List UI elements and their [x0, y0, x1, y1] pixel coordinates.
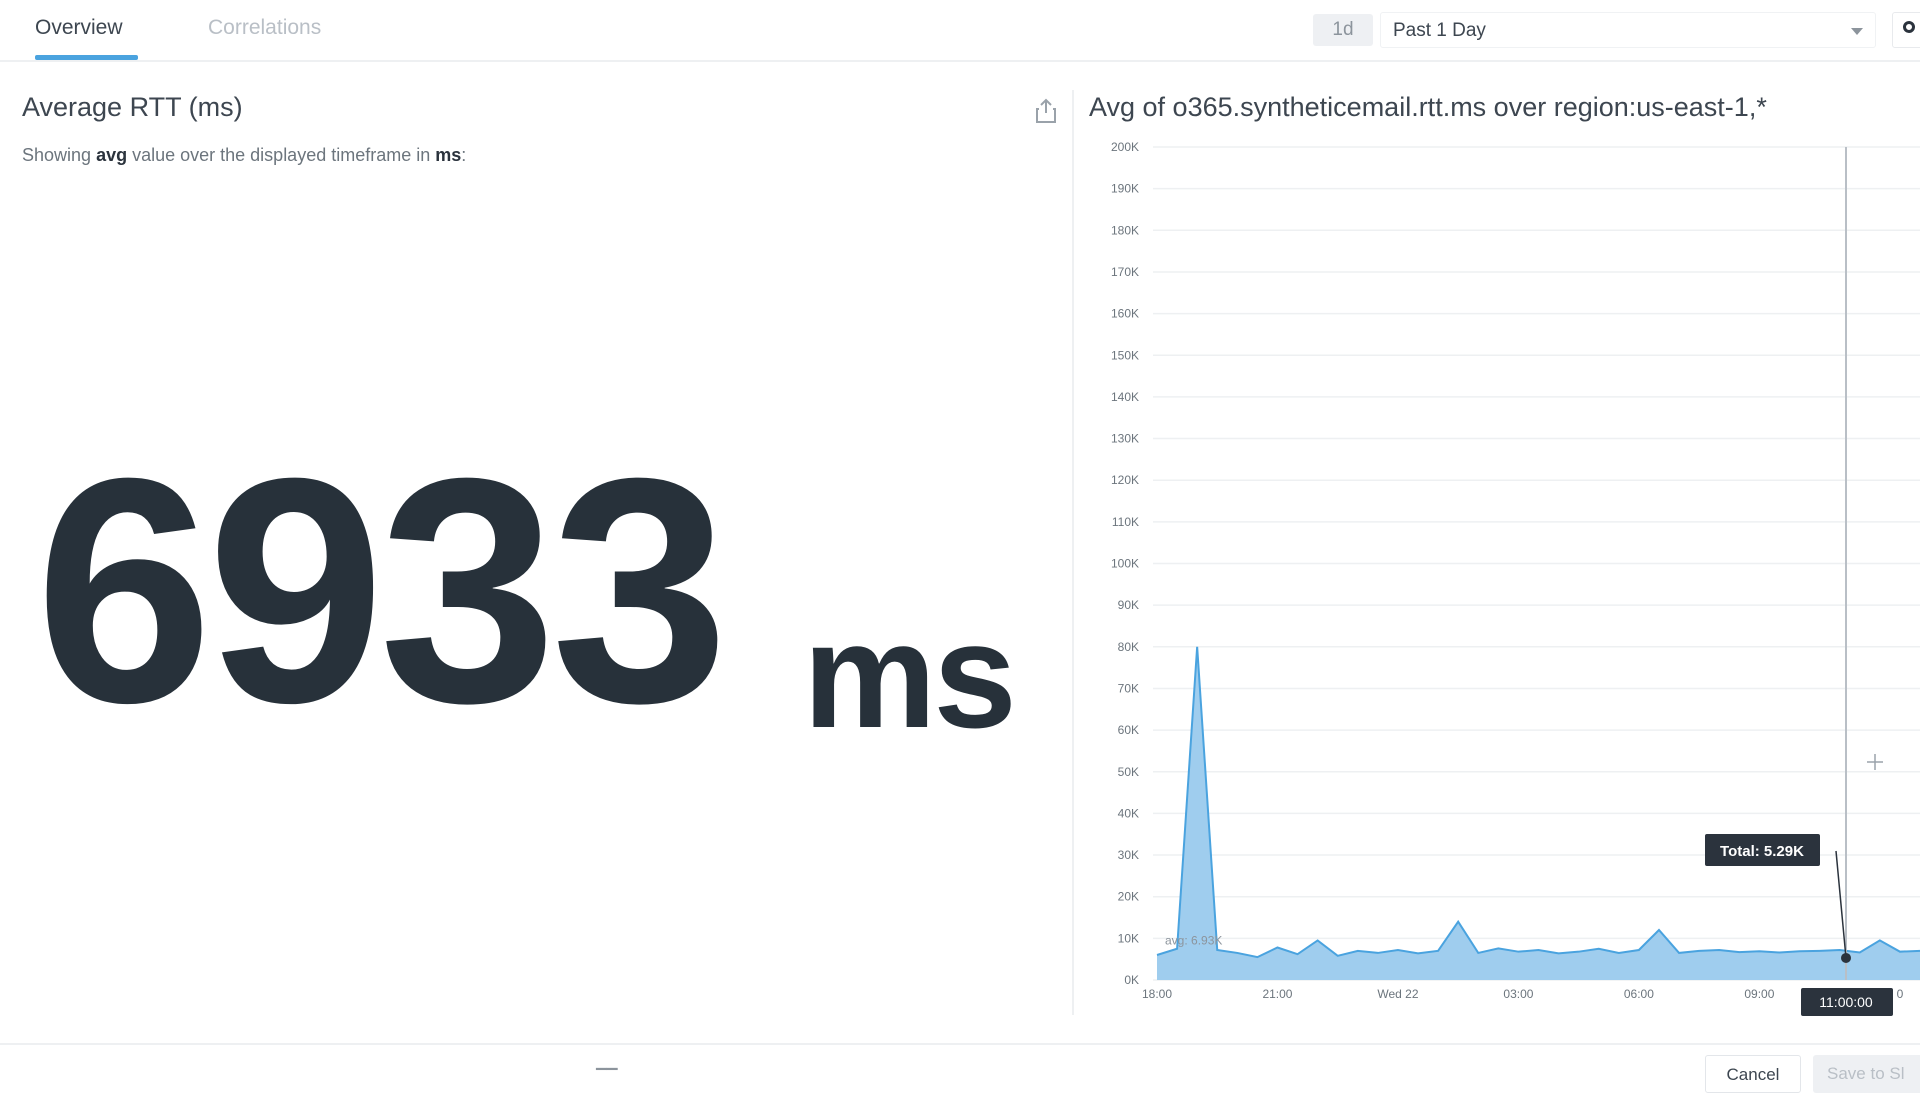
y-tick-label: 180K [1111, 223, 1139, 237]
subtitle-unit: ms [435, 145, 461, 165]
y-tick-label: 170K [1111, 265, 1139, 279]
cancel-button[interactable]: Cancel [1705, 1055, 1801, 1093]
y-tick-label: 200K [1111, 140, 1139, 154]
active-tab-indicator [35, 55, 138, 60]
widget-title: Average RTT (ms) [22, 92, 243, 123]
share-icon[interactable] [1035, 98, 1057, 124]
y-tick-label: 90K [1118, 598, 1139, 612]
timeframe-select[interactable]: Past 1 Day [1380, 12, 1876, 48]
y-tick-label: 190K [1111, 182, 1139, 196]
x-tick-label: 06:00 [1624, 987, 1654, 1001]
x-tick-label: 18:00 [1142, 987, 1172, 1001]
pause-icon [1903, 21, 1915, 33]
y-tick-label: 70K [1118, 681, 1139, 695]
x-tick-label: 09:00 [1744, 987, 1774, 1001]
x-tick-label: 21:00 [1262, 987, 1292, 1001]
y-tick-label: 40K [1118, 806, 1139, 820]
series-line [1157, 647, 1920, 957]
y-tick-label: 10K [1118, 931, 1139, 945]
y-tick-label: 80K [1118, 640, 1139, 654]
tab-overview[interactable]: Overview [35, 16, 123, 40]
subtitle-aggregation: avg [96, 145, 127, 165]
y-tick-label: 30K [1118, 848, 1139, 862]
top-bar: Overview Correlations 1d Past 1 Day [0, 0, 1920, 62]
x-tick-label: 0 [1897, 987, 1904, 1001]
footer-divider [0, 1043, 1920, 1045]
timeseries-chart[interactable]: 0K 10K 20K 30K 40K 50K 60K 70K 80K 90K 100K 110K 120… [1080, 135, 1920, 1030]
y-tick-label: 100K [1111, 557, 1139, 571]
tab-correlations[interactable]: Correlations [208, 16, 321, 40]
y-tick-label: 160K [1111, 307, 1139, 321]
timeframe-select-label: Past 1 Day [1393, 20, 1486, 42]
y-tick-label: 50K [1118, 765, 1139, 779]
subtitle-prefix: Showing [22, 145, 96, 165]
y-tick-label: 60K [1118, 723, 1139, 737]
subtitle-middle: value over the displayed timeframe in [127, 145, 435, 165]
y-tick-label: 150K [1111, 348, 1139, 362]
timeframe-badge[interactable]: 1d [1313, 14, 1373, 46]
x-tick-label: 03:00 [1503, 987, 1533, 1001]
timeframe-controls-button[interactable] [1892, 12, 1920, 48]
y-tick-label: 120K [1111, 473, 1139, 487]
y-tick-label: 110K [1112, 515, 1139, 529]
y-tick-label: 0K [1124, 973, 1139, 987]
query-value: 6933 [35, 430, 723, 750]
panel-divider [1072, 90, 1074, 1015]
y-tick-label: 140K [1111, 390, 1139, 404]
resize-handle-icon[interactable]: ▔▔ [596, 1068, 618, 1085]
tooltip-total: Total: 5.29K [1720, 843, 1804, 860]
avg-label: avg: 6.93K [1165, 934, 1222, 948]
query-value-unit: ms [803, 600, 1014, 750]
save-button[interactable]: Save to Sl [1813, 1055, 1920, 1093]
x-tick-label: Wed 22 [1377, 987, 1418, 1001]
tooltip-pointer [1836, 851, 1846, 958]
y-tick-label: 130K [1111, 432, 1139, 446]
chevron-down-icon [1851, 28, 1863, 35]
subtitle-suffix: : [461, 145, 466, 165]
hover-time-label: 11:00:00 [1819, 994, 1873, 1010]
y-tick-label: 20K [1118, 890, 1139, 904]
chart-title: Avg of o365.syntheticemail.rtt.ms over r… [1089, 92, 1767, 123]
widget-subtitle: Showing avg value over the displayed tim… [22, 145, 466, 166]
